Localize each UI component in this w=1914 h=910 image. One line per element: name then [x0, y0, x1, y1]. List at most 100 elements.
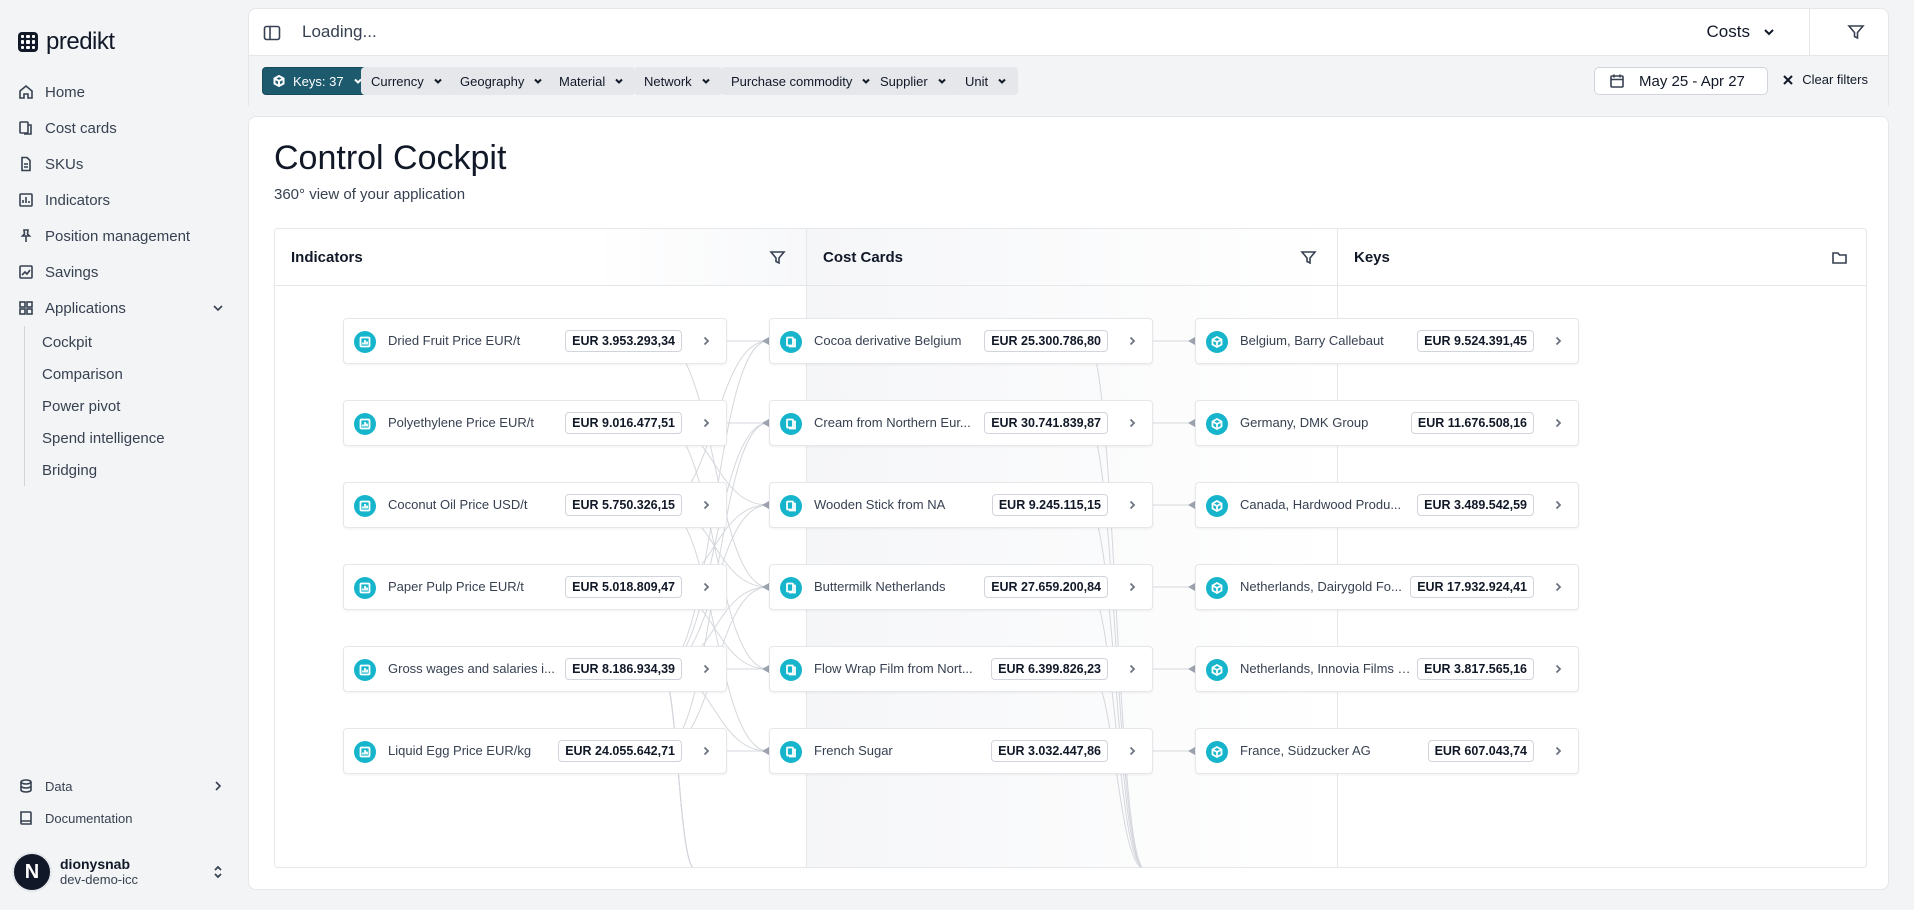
subnav-item-spend-intelligence[interactable]: Spend intelligence: [42, 422, 234, 454]
filter-icon[interactable]: [1846, 22, 1866, 42]
subnav-item-bridging[interactable]: Bridging: [42, 454, 234, 486]
savings-chart-icon: [19, 265, 33, 279]
card-value-badge: EUR 5.750.326,15: [565, 494, 682, 516]
indicator-card[interactable]: Liquid Egg Price EUR/kg EUR 24.055.642,71: [343, 728, 727, 774]
nav-item-home[interactable]: Home: [12, 74, 234, 110]
chevron-right-icon[interactable]: [1126, 745, 1138, 757]
card-value-badge: EUR 3.032.447,86: [991, 740, 1108, 762]
cost-card[interactable]: French Sugar EUR 3.032.447,86: [769, 728, 1153, 774]
key-card[interactable]: Canada, Hardwood Produ... EUR 3.489.542,5…: [1195, 482, 1579, 528]
folder-icon[interactable]: [1831, 249, 1848, 266]
indicator-card[interactable]: Gross wages and salaries i... EUR 8.186.9…: [343, 646, 727, 692]
subnav-item-cockpit[interactable]: Cockpit: [42, 326, 234, 358]
key-card[interactable]: Germany, DMK Group EUR 11.676.508,16: [1195, 400, 1579, 446]
currency-filter-chip[interactable]: Currency: [361, 67, 454, 95]
nav-item-label: Documentation: [45, 810, 133, 826]
key-card[interactable]: Netherlands, Dairygold Fo... EUR 17.932.9…: [1195, 564, 1579, 610]
unit-filter-chip[interactable]: Unit: [955, 67, 1019, 95]
card-value-badge: EUR 3.489.542,59: [1417, 494, 1534, 516]
main-nav: Home Cost cards SKUs Indicators Position…: [12, 74, 234, 486]
cockpit-board: Indicators Cost Cards Keys Dried Fruit P…: [274, 228, 1867, 868]
card-label: Buttermilk Netherlands: [814, 579, 946, 594]
chevron-right-icon[interactable]: [1552, 335, 1564, 347]
key-card[interactable]: Belgium, Barry Callebaut EUR 9.524.391,45: [1195, 318, 1579, 364]
chip-label: Material: [559, 73, 606, 89]
chevron-right-icon[interactable]: [700, 663, 712, 675]
chevron-right-icon[interactable]: [1126, 581, 1138, 593]
cost-card[interactable]: Cream from Northern Eur... EUR 30.741.839…: [769, 400, 1153, 446]
nav-item-savings[interactable]: Savings: [12, 254, 234, 290]
chevron-right-icon[interactable]: [700, 581, 712, 593]
card-value-badge: EUR 8.186.934,39: [565, 658, 682, 680]
cube-icon: [1206, 577, 1228, 599]
nav-item-skus[interactable]: SKUs: [12, 146, 234, 182]
supplier-filter-chip[interactable]: Supplier: [870, 67, 958, 95]
purchase-commodity-filter-chip[interactable]: Purchase commodity: [721, 67, 883, 95]
key-card[interactable]: Netherlands, Innovia Films B... EUR 3.817…: [1195, 646, 1579, 692]
geography-filter-chip[interactable]: Geography: [450, 67, 555, 95]
indicator-chart-icon: [354, 413, 376, 435]
chip-label: Unit: [965, 73, 989, 89]
user-menu[interactable]: N dionysnab dev-demo-icc: [12, 852, 234, 892]
costs-selector[interactable]: Costs: [1707, 22, 1776, 42]
nav-item-data[interactable]: Data: [12, 770, 234, 802]
sidebar-toggle-icon[interactable]: [263, 24, 281, 42]
card-label: Belgium, Barry Callebaut: [1240, 333, 1384, 348]
key-card[interactable]: France, Südzucker AG EUR 607.043,74: [1195, 728, 1579, 774]
nav-item-label: Indicators: [45, 191, 111, 209]
chevron-down-icon: [998, 78, 1006, 84]
nav-item-position-management[interactable]: Position management: [12, 218, 234, 254]
nav-item-applications[interactable]: Applications: [12, 290, 234, 326]
chevron-right-icon[interactable]: [1552, 499, 1564, 511]
cost-card[interactable]: Buttermilk Netherlands EUR 27.659.200,84: [769, 564, 1153, 610]
card-label: Netherlands, Dairygold Fo...: [1240, 579, 1402, 594]
cost-card-icon: [780, 577, 802, 599]
chevron-right-icon[interactable]: [700, 499, 712, 511]
filter-icon[interactable]: [769, 249, 786, 266]
chevron-right-icon[interactable]: [1126, 499, 1138, 511]
cost-card[interactable]: Cocoa derivative Belgium EUR 25.300.786,8…: [769, 318, 1153, 364]
chevron-down-icon: [534, 78, 543, 84]
subnav-item-power-pivot[interactable]: Power pivot: [42, 390, 234, 422]
card-label: Paper Pulp Price EUR/t: [388, 579, 524, 594]
chevron-down-icon: [434, 78, 442, 84]
brand-logo[interactable]: predikt: [18, 28, 115, 56]
keys-filter-chip[interactable]: Keys: 37: [262, 67, 375, 95]
chevron-right-icon[interactable]: [1126, 335, 1138, 347]
chevron-right-icon[interactable]: [1552, 581, 1564, 593]
nav-item-cost-cards[interactable]: Cost cards: [12, 110, 234, 146]
main-panel: Control Cockpit 360° view of your applic…: [248, 116, 1889, 890]
chevron-right-icon[interactable]: [1126, 663, 1138, 675]
chevron-right-icon[interactable]: [1552, 417, 1564, 429]
chevron-down-icon: [937, 78, 946, 84]
indicator-card[interactable]: Dried Fruit Price EUR/t EUR 3.953.293,34: [343, 318, 727, 364]
material-filter-chip[interactable]: Material: [549, 67, 636, 95]
card-label: Cream from Northern Eur...: [814, 415, 971, 430]
cost-card[interactable]: Wooden Stick from NA EUR 9.245.115,15: [769, 482, 1153, 528]
indicator-card[interactable]: Coconut Oil Price USD/t EUR 5.750.326,15: [343, 482, 727, 528]
chevron-right-icon[interactable]: [700, 745, 712, 757]
date-range-picker[interactable]: May 25 - Apr 27: [1594, 67, 1768, 95]
nav-item-label: Data: [45, 778, 73, 794]
nav-item-documentation[interactable]: Documentation: [12, 802, 234, 834]
network-filter-chip[interactable]: Network: [634, 67, 722, 95]
card-value-badge: EUR 25.300.786,80: [984, 330, 1108, 352]
indicator-card[interactable]: Polyethylene Price EUR/t EUR 9.016.477,51: [343, 400, 727, 446]
subnav-item-comparison[interactable]: Comparison: [42, 358, 234, 390]
chevron-right-icon[interactable]: [1552, 745, 1564, 757]
brand-name: predikt: [46, 28, 115, 55]
chevron-right-icon[interactable]: [700, 417, 712, 429]
chevron-right-icon[interactable]: [1552, 663, 1564, 675]
cost-card[interactable]: Flow Wrap Film from Nort... EUR 6.399.826…: [769, 646, 1153, 692]
chart-icon: [19, 193, 33, 207]
cube-icon: [1206, 495, 1228, 517]
bottom-nav: Data Documentation: [12, 770, 234, 834]
cube-icon: [273, 75, 285, 87]
chevron-right-icon[interactable]: [1126, 417, 1138, 429]
clear-filters-button[interactable]: Clear filters: [1782, 72, 1868, 87]
nav-item-indicators[interactable]: Indicators: [12, 182, 234, 218]
sidebar: predikt Home Cost cards SKUs Indicators …: [0, 0, 248, 910]
filter-icon[interactable]: [1300, 249, 1317, 266]
chevron-right-icon[interactable]: [700, 335, 712, 347]
indicator-card[interactable]: Paper Pulp Price EUR/t EUR 5.018.809,47: [343, 564, 727, 610]
